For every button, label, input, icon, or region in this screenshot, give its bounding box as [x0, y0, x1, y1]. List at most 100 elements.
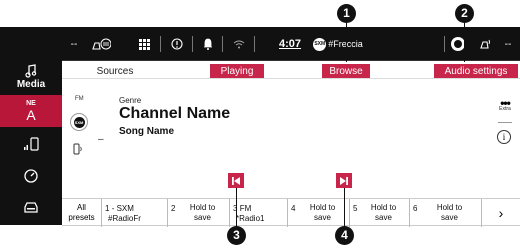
preset-6[interactable]: 6 Hold to save [410, 199, 482, 227]
now-playing-station[interactable]: SXM #Freccia [306, 27, 370, 61]
band-label: FM [75, 96, 84, 102]
presets-bar: All presets 1 - SXM #RadioFr 2 Hold to sa… [62, 198, 520, 227]
car-icon [24, 202, 38, 213]
right-seat-heat-button[interactable] [476, 27, 496, 61]
callout-line [464, 20, 465, 62]
previous-button[interactable] [228, 173, 244, 188]
preset-4[interactable]: 4 Hold to save [288, 199, 350, 227]
preset-text-line2: save [375, 213, 392, 222]
separator [444, 36, 445, 52]
tab-browse[interactable]: Browse [322, 64, 370, 78]
preset-number: 2 [171, 204, 176, 213]
presets-next-arrow[interactable]: › [482, 199, 520, 227]
status-bar: -- 4:07 SXM #Freccia -- [62, 27, 520, 61]
sidebar-item-label: Media [16, 79, 46, 90]
callout-line [346, 20, 347, 62]
sidebar-item-phone[interactable] [0, 129, 62, 159]
compass-a-label: A [26, 107, 36, 123]
bell-icon [204, 38, 212, 50]
all-presets-line2: presets [68, 213, 95, 222]
preset-text-line2: save [441, 213, 458, 222]
callout-marker: 2 [455, 4, 474, 23]
sxm-logo: SXM [313, 37, 327, 51]
apps-grid-button[interactable] [134, 27, 154, 61]
preset-name: - SXM [111, 204, 134, 213]
preset-label: 1 - SXM [105, 204, 134, 213]
power-toggle[interactable] [448, 27, 468, 61]
tab-bar: Sources Playing Browse Audio settings [62, 61, 520, 79]
preset-name: FM [239, 204, 252, 213]
music-note-icon [25, 64, 37, 78]
sidebar-item-vehicle[interactable] [0, 161, 62, 191]
privacy-icon [171, 38, 183, 50]
preset-station: #RadioFr [108, 214, 141, 223]
sidebar-item-media[interactable]: Media [0, 61, 62, 93]
genre-label: Genre [119, 96, 142, 105]
preset-text-line1: Hold to [436, 203, 463, 212]
preset-text-line2: save [314, 213, 331, 222]
preset-hold-text: Hold to save [298, 203, 347, 223]
callout-marker: 4 [335, 226, 354, 245]
callout-marker: 1 [337, 4, 356, 23]
song-name: Song Name [119, 126, 175, 137]
preset-5[interactable]: 5 Hold to save [350, 199, 410, 227]
heated-seat-icon [480, 39, 490, 49]
all-presets-line1: All [77, 203, 86, 212]
separator [254, 36, 255, 52]
divider [498, 122, 512, 123]
preset-1[interactable]: 1 - SXM #RadioFr [102, 199, 168, 227]
phone-signal-icon [24, 137, 39, 151]
preset-number: 1 [105, 204, 110, 213]
preset-text-line1: Hold to [309, 203, 336, 212]
separator [192, 36, 193, 52]
preset-hold-text: Hold to save [360, 203, 407, 223]
toggle-icon [451, 37, 465, 51]
tab-playing[interactable]: Playing [210, 64, 264, 78]
preset-number: 4 [291, 204, 296, 213]
station-dash: – [98, 134, 104, 145]
wifi-button[interactable] [228, 27, 250, 61]
preset-2[interactable]: 2 Hold to save [168, 199, 230, 227]
station-logo: SXM [70, 113, 88, 131]
heated-seat-icon [92, 38, 111, 50]
all-presets-button[interactable]: All presets [62, 199, 102, 227]
wifi-icon [233, 40, 245, 49]
preset-text-line2: save [194, 213, 211, 222]
preset-hold-text: Hold to save [178, 203, 227, 223]
callout-line [236, 188, 237, 230]
separator [160, 36, 161, 52]
skip-previous-icon [232, 176, 240, 185]
radio-screen: Media NE A -- 4:07 SXM -- Sources Playin… [0, 0, 520, 248]
left-sidebar: Media NE A [0, 27, 62, 225]
preset-number: 5 [353, 204, 358, 213]
seat-heat-button[interactable] [88, 27, 114, 61]
grid-icon [138, 38, 150, 50]
callout-marker: 3 [227, 226, 246, 245]
preset-station: *Radio1 [236, 214, 265, 223]
preset-text-line1: Hold to [189, 203, 216, 212]
preset-text-line1: Hold to [370, 203, 397, 212]
sidebar-item-apps[interactable] [0, 193, 62, 223]
left-temp-text: -- [70, 38, 78, 50]
tab-sources[interactable]: Sources [90, 64, 140, 78]
extra-button[interactable]: ••• Extra [494, 97, 516, 112]
gauge-icon [24, 169, 38, 183]
channel-name: Channel Name [119, 105, 231, 122]
now-playing-panel: FM SXM – Genre Channel Name Song Name ••… [62, 80, 520, 200]
right-temp-text: -- [504, 38, 512, 50]
preset-3[interactable]: 3 FM *Radio1 [230, 199, 288, 227]
sxm-logo: SXM [73, 116, 85, 128]
clock: 4:07 [278, 38, 302, 50]
callout-line [344, 188, 345, 230]
skip-next-icon [340, 176, 348, 185]
tab-audio-settings[interactable]: Audio settings [434, 64, 518, 78]
preset-number: 6 [413, 204, 418, 213]
extra-label: Extra [499, 106, 511, 112]
notifications-button[interactable] [198, 27, 218, 61]
privacy-button[interactable] [166, 27, 188, 61]
separator [222, 36, 223, 52]
sidebar-item-navigation[interactable]: NE A [0, 95, 62, 127]
info-icon[interactable]: i [497, 130, 511, 144]
phone-audio-icon [73, 142, 83, 160]
next-button[interactable] [336, 173, 352, 188]
